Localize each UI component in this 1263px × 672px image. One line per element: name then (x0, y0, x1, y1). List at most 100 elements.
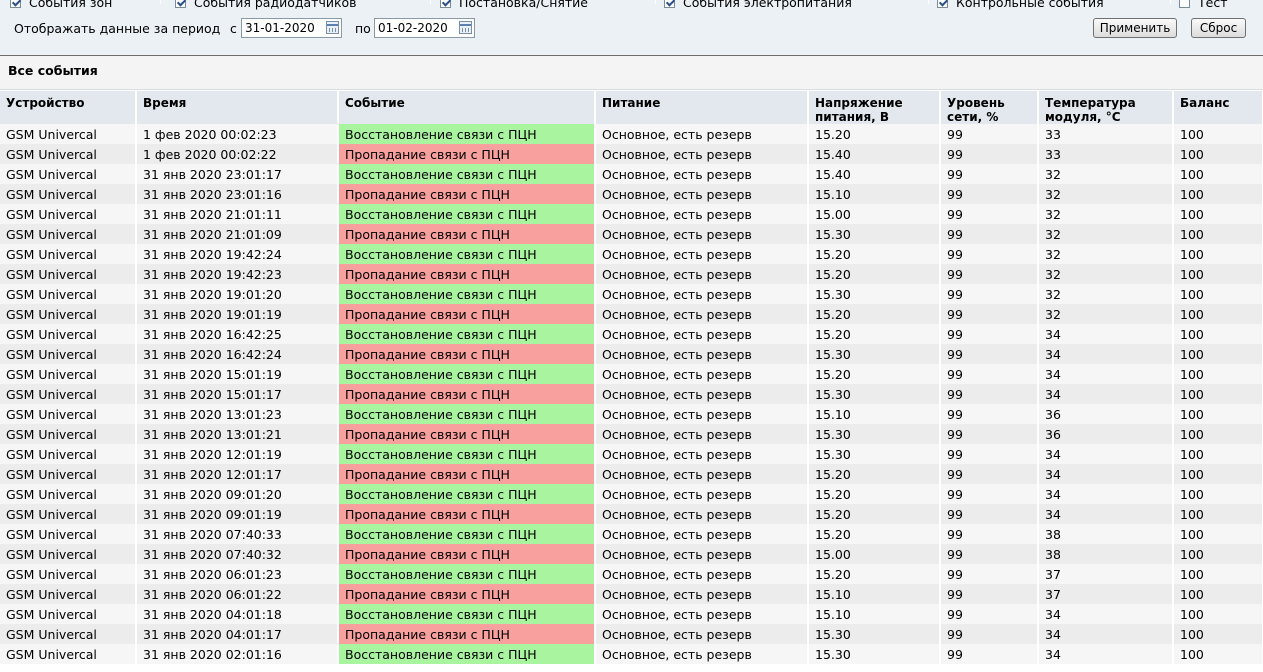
cell-event: Восстановление связи с ПЦН (338, 444, 595, 464)
table-row[interactable]: GSM Univercal 31 янв 2020 19:01:20 Восстан… (0, 284, 1263, 304)
cell-signal: 99 (940, 284, 1038, 304)
cell-power: Основное, есть резерв (595, 444, 808, 464)
cell-time: 31 янв 2020 09:01:20 (136, 484, 338, 504)
cell-voltage: 15.10 (808, 584, 940, 604)
table-row[interactable]: GSM Univercal 31 янв 2020 23:01:16 Пропада… (0, 184, 1263, 204)
cell-signal: 99 (940, 544, 1038, 564)
checkbox-icon[interactable] (175, 0, 186, 8)
calendar-icon[interactable] (326, 21, 339, 34)
apply-button[interactable]: Применить (1093, 18, 1177, 38)
table-row[interactable]: GSM Univercal 1 фев 2020 00:02:23 Восстано… (0, 124, 1263, 144)
cell-device: GSM Univercal (0, 344, 136, 364)
cell-temperature: 34 (1038, 504, 1173, 524)
cell-power: Основное, есть резерв (595, 164, 808, 184)
table-row[interactable]: GSM Univercal 31 янв 2020 15:01:17 Пропада… (0, 384, 1263, 404)
column-header-signal[interactable]: Уровень сети, % (940, 91, 1039, 124)
filter-divider (160, 0, 161, 4)
cell-time: 31 янв 2020 12:01:19 (136, 444, 338, 464)
table-row[interactable]: GSM Univercal 31 янв 2020 23:01:17 Восстан… (0, 164, 1263, 184)
cell-time: 31 янв 2020 19:01:20 (136, 284, 338, 304)
column-header-event[interactable]: Событие (338, 91, 596, 124)
cell-time: 31 янв 2020 23:01:17 (136, 164, 338, 184)
cell-event: Восстановление связи с ПЦН (338, 644, 595, 664)
cell-signal: 99 (940, 364, 1038, 384)
checkbox-icon[interactable] (664, 0, 675, 8)
cell-event: Восстановление связи с ПЦН (338, 364, 595, 384)
cell-device: GSM Univercal (0, 144, 136, 164)
cell-voltage: 15.20 (808, 504, 940, 524)
cell-balance: 100 (1173, 464, 1263, 484)
table-row[interactable]: GSM Univercal 31 янв 2020 09:01:20 Восстан… (0, 484, 1263, 504)
filter-arm-disarm[interactable]: Постановка/Снятие (440, 0, 588, 11)
cell-balance: 100 (1173, 364, 1263, 384)
filter-zone-events[interactable]: События зон (10, 0, 112, 11)
table-row[interactable]: GSM Univercal 31 янв 2020 19:42:23 Пропада… (0, 264, 1263, 284)
column-header-temperature[interactable]: Температура модуля, °С (1038, 91, 1174, 124)
column-header-power[interactable]: Питание (595, 91, 809, 124)
table-row[interactable]: GSM Univercal 31 янв 2020 16:42:25 Восстан… (0, 324, 1263, 344)
filter-test[interactable]: Тест (1179, 0, 1227, 11)
cell-time: 31 янв 2020 16:42:24 (136, 344, 338, 364)
date-to-input[interactable]: 01-02-2020 (374, 18, 475, 38)
checkbox-icon[interactable] (1179, 0, 1190, 8)
table-row[interactable]: GSM Univercal 31 янв 2020 21:01:09 Пропада… (0, 224, 1263, 244)
cell-time: 31 янв 2020 19:01:19 (136, 304, 338, 324)
cell-device: GSM Univercal (0, 384, 136, 404)
cell-event: Пропадание связи с ПЦН (338, 264, 595, 284)
table-row[interactable]: GSM Univercal 31 янв 2020 12:01:17 Пропада… (0, 464, 1263, 484)
filter-label: События зон (29, 0, 113, 10)
table-row[interactable]: GSM Univercal 31 янв 2020 04:01:17 Пропада… (0, 624, 1263, 644)
table-row[interactable]: GSM Univercal 31 янв 2020 09:01:19 Пропада… (0, 504, 1263, 524)
table-row[interactable]: GSM Univercal 31 янв 2020 16:42:24 Пропада… (0, 344, 1263, 364)
table-row[interactable]: GSM Univercal 31 янв 2020 07:40:32 Пропада… (0, 544, 1263, 564)
cell-balance: 100 (1173, 544, 1263, 564)
table-row[interactable]: GSM Univercal 31 янв 2020 13:01:21 Пропада… (0, 424, 1263, 444)
cell-signal: 99 (940, 404, 1038, 424)
table-row[interactable]: GSM Univercal 31 янв 2020 04:01:18 Восстан… (0, 604, 1263, 624)
checkbox-icon[interactable] (10, 0, 21, 8)
cell-voltage: 15.20 (808, 124, 940, 144)
column-header-device[interactable]: Устройство (0, 91, 137, 124)
column-header-balance[interactable]: Баланс (1173, 91, 1263, 124)
cell-signal: 99 (940, 644, 1038, 664)
cell-temperature: 34 (1038, 324, 1173, 344)
cell-event: Восстановление связи с ПЦН (338, 204, 595, 224)
table-row[interactable]: GSM Univercal 31 янв 2020 19:01:19 Пропада… (0, 304, 1263, 324)
cell-event: Пропадание связи с ПЦН (338, 584, 595, 604)
cell-power: Основное, есть резерв (595, 264, 808, 284)
checkbox-icon[interactable] (937, 0, 948, 8)
table-row[interactable]: GSM Univercal 31 янв 2020 13:01:23 Восстан… (0, 404, 1263, 424)
cell-voltage: 15.20 (808, 484, 940, 504)
cell-power: Основное, есть резерв (595, 184, 808, 204)
table-row[interactable]: GSM Univercal 31 янв 2020 02:01:16 Восстан… (0, 644, 1263, 664)
reset-button[interactable]: Сброс (1191, 18, 1246, 38)
cell-voltage: 15.30 (808, 284, 940, 304)
table-row[interactable]: GSM Univercal 31 янв 2020 12:01:19 Восстан… (0, 444, 1263, 464)
cell-device: GSM Univercal (0, 564, 136, 584)
cell-signal: 99 (940, 424, 1038, 444)
cell-balance: 100 (1173, 304, 1263, 324)
table-row[interactable]: GSM Univercal 31 янв 2020 15:01:19 Восстан… (0, 364, 1263, 384)
cell-time: 31 янв 2020 07:40:33 (136, 524, 338, 544)
table-row[interactable]: GSM Univercal 31 янв 2020 06:01:23 Восстан… (0, 564, 1263, 584)
cell-event: Пропадание связи с ПЦН (338, 344, 595, 364)
cell-voltage: 15.30 (808, 444, 940, 464)
date-from-input[interactable]: 31-01-2020 (241, 18, 342, 38)
table-row[interactable]: GSM Univercal 31 янв 2020 06:01:22 Пропада… (0, 584, 1263, 604)
filter-control-events[interactable]: Контрольные события (937, 0, 1104, 11)
table-row[interactable]: GSM Univercal 31 янв 2020 07:40:33 Восстан… (0, 524, 1263, 544)
cell-temperature: 33 (1038, 144, 1173, 164)
checkbox-icon[interactable] (440, 0, 451, 8)
table-row[interactable]: GSM Univercal 31 янв 2020 21:01:11 Восстан… (0, 204, 1263, 224)
cell-power: Основное, есть резерв (595, 424, 808, 444)
cell-device: GSM Univercal (0, 204, 136, 224)
filter-radio-sensor-events[interactable]: События радиодатчиков (175, 0, 357, 11)
filter-power-events[interactable]: События электропитания (664, 0, 852, 11)
column-header-voltage[interactable]: Напряжение питания, В (808, 91, 941, 124)
calendar-icon[interactable] (459, 21, 472, 34)
cell-temperature: 38 (1038, 524, 1173, 544)
cell-temperature: 37 (1038, 564, 1173, 584)
table-row[interactable]: GSM Univercal 31 янв 2020 19:42:24 Восстан… (0, 244, 1263, 264)
column-header-time[interactable]: Время (136, 91, 339, 124)
table-row[interactable]: GSM Univercal 1 фев 2020 00:02:22 Пропадан… (0, 144, 1263, 164)
